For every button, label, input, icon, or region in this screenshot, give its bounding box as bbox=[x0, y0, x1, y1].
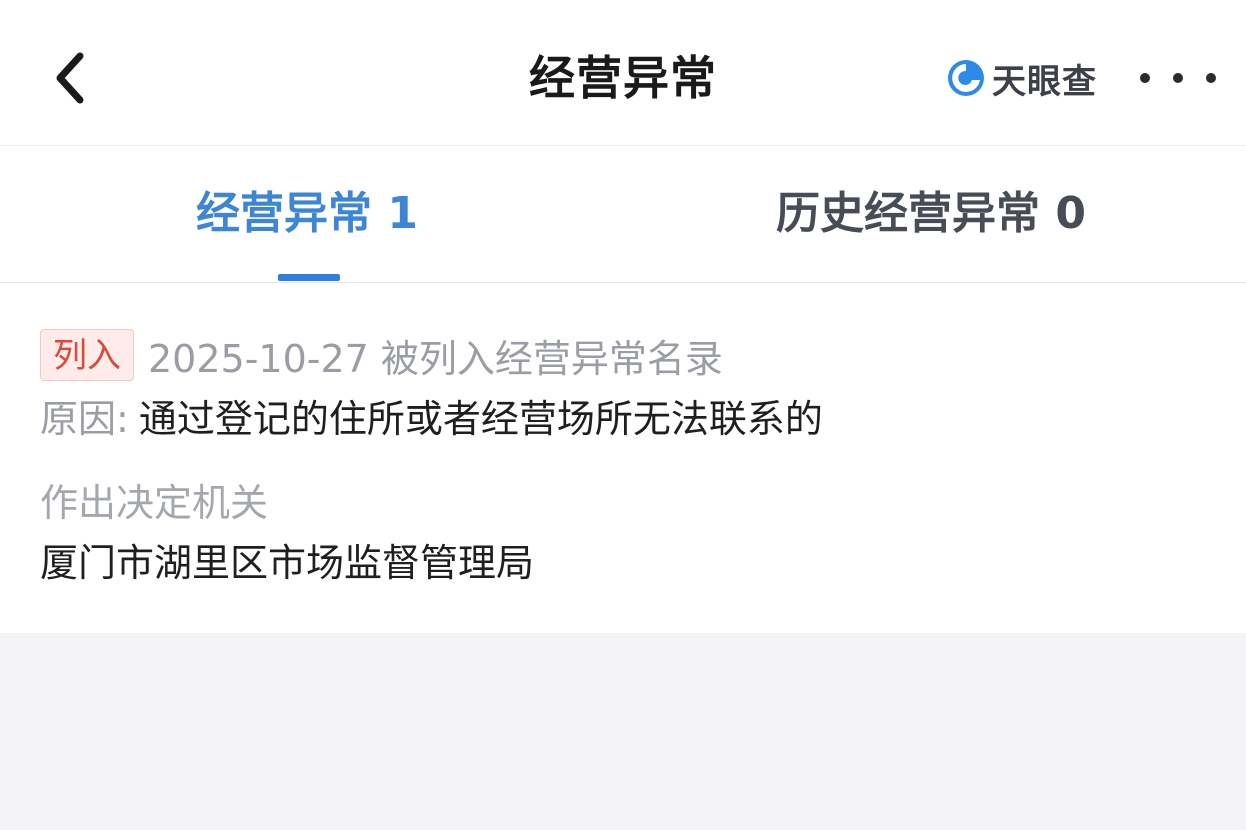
nav-header: 经营异常 天眼查 bbox=[0, 0, 1246, 146]
tianyancha-logo-icon bbox=[948, 60, 984, 96]
more-dots-icon bbox=[1206, 73, 1216, 83]
tab-history-abnormal[interactable]: 历史经营异常 0 bbox=[776, 184, 1086, 244]
more-dots-icon bbox=[1140, 73, 1150, 83]
reason-label: 原因: bbox=[40, 397, 129, 441]
page: 经营异常 天眼查 经营异常 1 历史经营异常 0 列入 2025-10-27 被… bbox=[0, 0, 1246, 830]
brand-logo: 天眼查 bbox=[946, 52, 1097, 104]
brand-name: 天眼查 bbox=[992, 61, 1097, 102]
tab-bar: 经营异常 1 历史经营异常 0 bbox=[0, 146, 1246, 283]
authority-value: 厦门市湖里区市场监督管理局 bbox=[40, 541, 535, 585]
more-button[interactable] bbox=[1140, 58, 1216, 98]
reason-value: 通过登记的住所或者经营场所无法联系的 bbox=[138, 397, 823, 441]
abnormal-record-card[interactable]: 列入 2025-10-27 被列入经营异常名录 原因: 通过登记的住所或者经营场所… bbox=[0, 283, 1246, 633]
status-badge: 列入 bbox=[40, 329, 134, 381]
active-tab-indicator bbox=[278, 274, 340, 281]
record-header: 列入 2025-10-27 被列入经营异常名录 bbox=[40, 327, 723, 383]
record-date-line: 2025-10-27 被列入经营异常名录 bbox=[148, 336, 723, 381]
authority-label: 作出决定机关 bbox=[40, 481, 269, 525]
tab-current-abnormal[interactable]: 经营异常 1 bbox=[196, 184, 418, 244]
reason-row: 原因: 通过登记的住所或者经营场所无法联系的 bbox=[40, 391, 823, 447]
more-dots-icon bbox=[1173, 73, 1183, 83]
